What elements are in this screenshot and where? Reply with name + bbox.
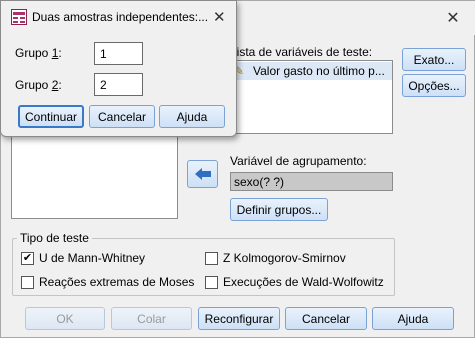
define-groups-button-label: Definir grupos... xyxy=(236,202,322,217)
sub-help-button[interactable]: Ajuda xyxy=(159,105,225,128)
continue-button[interactable]: Continuar xyxy=(18,105,84,128)
test-variable-item[interactable]: ✎ Valor gasto no último p... xyxy=(231,62,392,80)
reset-button[interactable]: Reconfigurar xyxy=(198,307,280,330)
main-close-icon[interactable]: ✕ xyxy=(438,7,468,29)
cancel-button[interactable]: Cancelar xyxy=(285,307,367,330)
ok-button-label: OK xyxy=(56,311,74,326)
define-groups-dialog: Duas amostras independentes:... ✕ Grupo … xyxy=(0,0,237,137)
help-button[interactable]: Ajuda xyxy=(372,307,454,330)
group1-label: Grupo 1: xyxy=(15,46,62,60)
sub-cancel-button-label: Cancelar xyxy=(97,109,147,124)
test-variable-list[interactable]: ✎ Valor gasto no último p... xyxy=(230,60,393,134)
kolmogorov-smirnov-checkbox[interactable] xyxy=(205,251,218,265)
wald-wolfowitz-option[interactable]: Execuções de Wald-Wolfowitz xyxy=(205,275,384,289)
source-variable-list[interactable] xyxy=(11,131,178,219)
sub-dialog-title: Duas amostras independentes:... xyxy=(32,10,209,24)
wald-wolfowitz-label: Execuções de Wald-Wolfowitz xyxy=(223,275,384,289)
reset-button-label: Reconfigurar xyxy=(204,311,274,326)
test-type-legend: Tipo de teste xyxy=(17,231,92,245)
spss-app-icon xyxy=(11,9,27,25)
paste-button[interactable]: Colar xyxy=(111,307,192,330)
options-button-label: Opções... xyxy=(408,78,460,93)
paste-button-label: Colar xyxy=(137,311,166,326)
exact-button-label: Exato... xyxy=(413,52,455,67)
kolmogorov-smirnov-option[interactable]: Z Kolmogorov-Smirnov xyxy=(205,251,346,265)
continue-button-label: Continuar xyxy=(24,109,78,124)
arrow-left-icon xyxy=(194,168,211,180)
grouping-variable-field[interactable]: sexo(? ?) xyxy=(230,172,393,191)
group1-input[interactable] xyxy=(94,42,143,65)
mann-whitney-option[interactable]: ✔ U de Mann-Whitney xyxy=(21,251,145,265)
test-variable-list-label: Lista de variáveis de teste: xyxy=(230,45,373,59)
wald-wolfowitz-checkbox[interactable] xyxy=(205,275,218,289)
exact-button[interactable]: Exato... xyxy=(402,48,466,71)
moses-checkbox[interactable] xyxy=(21,275,34,289)
sub-help-button-label: Ajuda xyxy=(176,109,208,124)
mann-whitney-label: U de Mann-Whitney xyxy=(39,251,146,265)
mann-whitney-checkbox[interactable]: ✔ xyxy=(21,251,34,265)
group2-label: Grupo 2: xyxy=(15,78,62,92)
sub-cancel-button[interactable]: Cancelar xyxy=(89,105,155,128)
grouping-variable-label: Variável de agrupamento: xyxy=(230,154,367,168)
sub-title-bar: Duas amostras independentes:... ✕ xyxy=(1,1,236,33)
move-to-grouping-button[interactable] xyxy=(187,160,218,188)
help-button-label: Ajuda xyxy=(397,311,429,326)
kolmogorov-smirnov-label: Z Kolmogorov-Smirnov xyxy=(223,251,346,265)
define-groups-button[interactable]: Definir grupos... xyxy=(230,198,328,221)
ok-button[interactable]: OK xyxy=(25,307,105,330)
options-button[interactable]: Opções... xyxy=(402,74,466,97)
test-variable-item-label: Valor gasto no último p... xyxy=(253,64,385,78)
sub-close-icon[interactable]: ✕ xyxy=(213,8,226,26)
moses-label: Reações extremas de Moses xyxy=(39,275,195,289)
moses-option[interactable]: Reações extremas de Moses xyxy=(21,275,194,289)
cancel-button-label: Cancelar xyxy=(301,311,351,326)
group2-input[interactable] xyxy=(94,73,143,96)
